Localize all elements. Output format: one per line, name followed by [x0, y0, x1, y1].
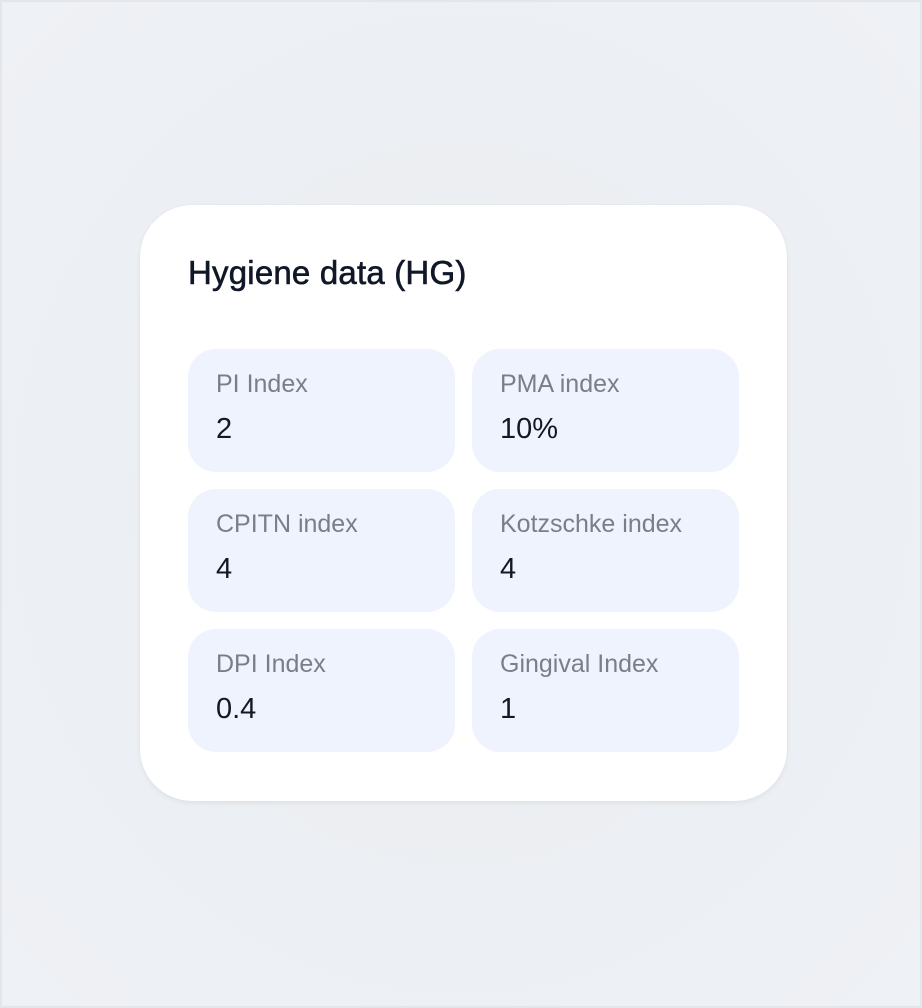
metric-label: CPITN index — [216, 510, 358, 538]
metric-tile-pi-index: PI Index 2 — [188, 349, 455, 472]
metric-tile-pma-index: PMA index 10% — [472, 349, 739, 472]
metric-value: 10% — [500, 413, 559, 445]
metric-value: 4 — [216, 553, 233, 585]
metric-label: PMA index — [500, 370, 620, 398]
metric-tile-gingival-index: Gingival Index 1 — [472, 629, 739, 752]
metric-value: 1 — [500, 693, 517, 725]
metric-label: DPI Index — [216, 650, 326, 678]
metric-tile-kotzschke-index: Kotzschke index 4 — [472, 489, 739, 612]
metric-tile-dpi-index: DPI Index 0.4 — [188, 629, 455, 752]
metric-label: Kotzschke index — [500, 510, 683, 538]
metric-value: 2 — [216, 413, 233, 445]
page-canvas: Hygiene data (HG) PI Index 2 PMA index 1… — [0, 0, 922, 1008]
metric-value: 4 — [500, 553, 517, 585]
hygiene-data-card: Hygiene data (HG) PI Index 2 PMA index 1… — [140, 205, 787, 801]
card-title: Hygiene data (HG) — [188, 254, 467, 292]
metric-value: 0.4 — [216, 693, 257, 725]
metric-tile-cpitn-index: CPITN index 4 — [188, 489, 455, 612]
metric-label: PI Index — [216, 370, 308, 398]
metric-label: Gingival Index — [500, 650, 659, 678]
